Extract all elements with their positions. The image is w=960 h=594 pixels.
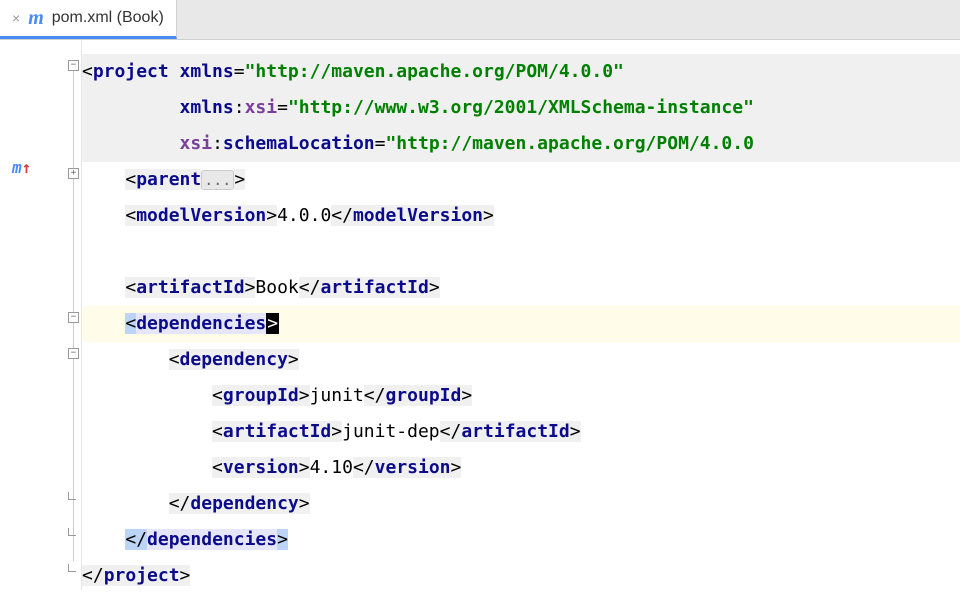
editor-tab[interactable]: × m pom.xml (Book) — [0, 0, 177, 39]
folded-region[interactable]: ... — [201, 170, 234, 190]
code-line[interactable]: <dependency> — [82, 342, 960, 378]
code-line[interactable]: xsi:schemaLocation="http://maven.apache.… — [82, 126, 960, 162]
code-line-current[interactable]: <dependencies> — [82, 306, 960, 342]
fold-marker-dependencies[interactable] — [68, 312, 79, 323]
code-content[interactable]: <project xmlns="http://maven.apache.org/… — [82, 40, 960, 590]
cursor: > — [266, 313, 279, 334]
code-line[interactable]: <modelVersion>4.0.0</modelVersion> — [82, 198, 960, 234]
code-line[interactable] — [82, 234, 960, 270]
code-line[interactable]: <parent...> — [82, 162, 960, 198]
tab-label: pom.xml (Book) — [52, 9, 164, 27]
fold-marker-dependency[interactable] — [68, 348, 79, 359]
code-line[interactable]: <artifactId>Book</artifactId> — [82, 270, 960, 306]
fold-column — [66, 40, 82, 590]
code-line[interactable]: <groupId>junit</groupId> — [82, 378, 960, 414]
code-line[interactable]: </dependencies> — [82, 522, 960, 558]
code-line[interactable]: </project> — [82, 558, 960, 594]
editor-area: m↑ <project xmlns="http://maven.apache.o… — [0, 40, 960, 590]
maven-icon: m — [28, 7, 44, 30]
tab-bar: × m pom.xml (Book) — [0, 0, 960, 40]
gutter-maven-icon[interactable]: m↑ — [12, 158, 31, 177]
gutter-icon-letter: m — [12, 158, 22, 177]
code-line[interactable]: xmlns:xsi="http://www.w3.org/2001/XMLSch… — [82, 90, 960, 126]
fold-end-dependencies[interactable] — [68, 528, 76, 536]
gutter-icon-arrow: ↑ — [22, 158, 32, 177]
fold-marker-project[interactable] — [68, 60, 79, 71]
close-icon[interactable]: × — [12, 10, 20, 26]
gutter: m↑ — [0, 40, 82, 590]
code-line[interactable]: <version>4.10</version> — [82, 450, 960, 486]
code-line[interactable]: </dependency> — [82, 486, 960, 522]
code-line[interactable]: <project xmlns="http://maven.apache.org/… — [82, 54, 960, 90]
fold-end-project[interactable] — [68, 564, 76, 572]
fold-marker-parent[interactable] — [68, 168, 79, 179]
fold-end-dependency[interactable] — [68, 492, 76, 500]
code-line[interactable]: <artifactId>junit-dep</artifactId> — [82, 414, 960, 450]
